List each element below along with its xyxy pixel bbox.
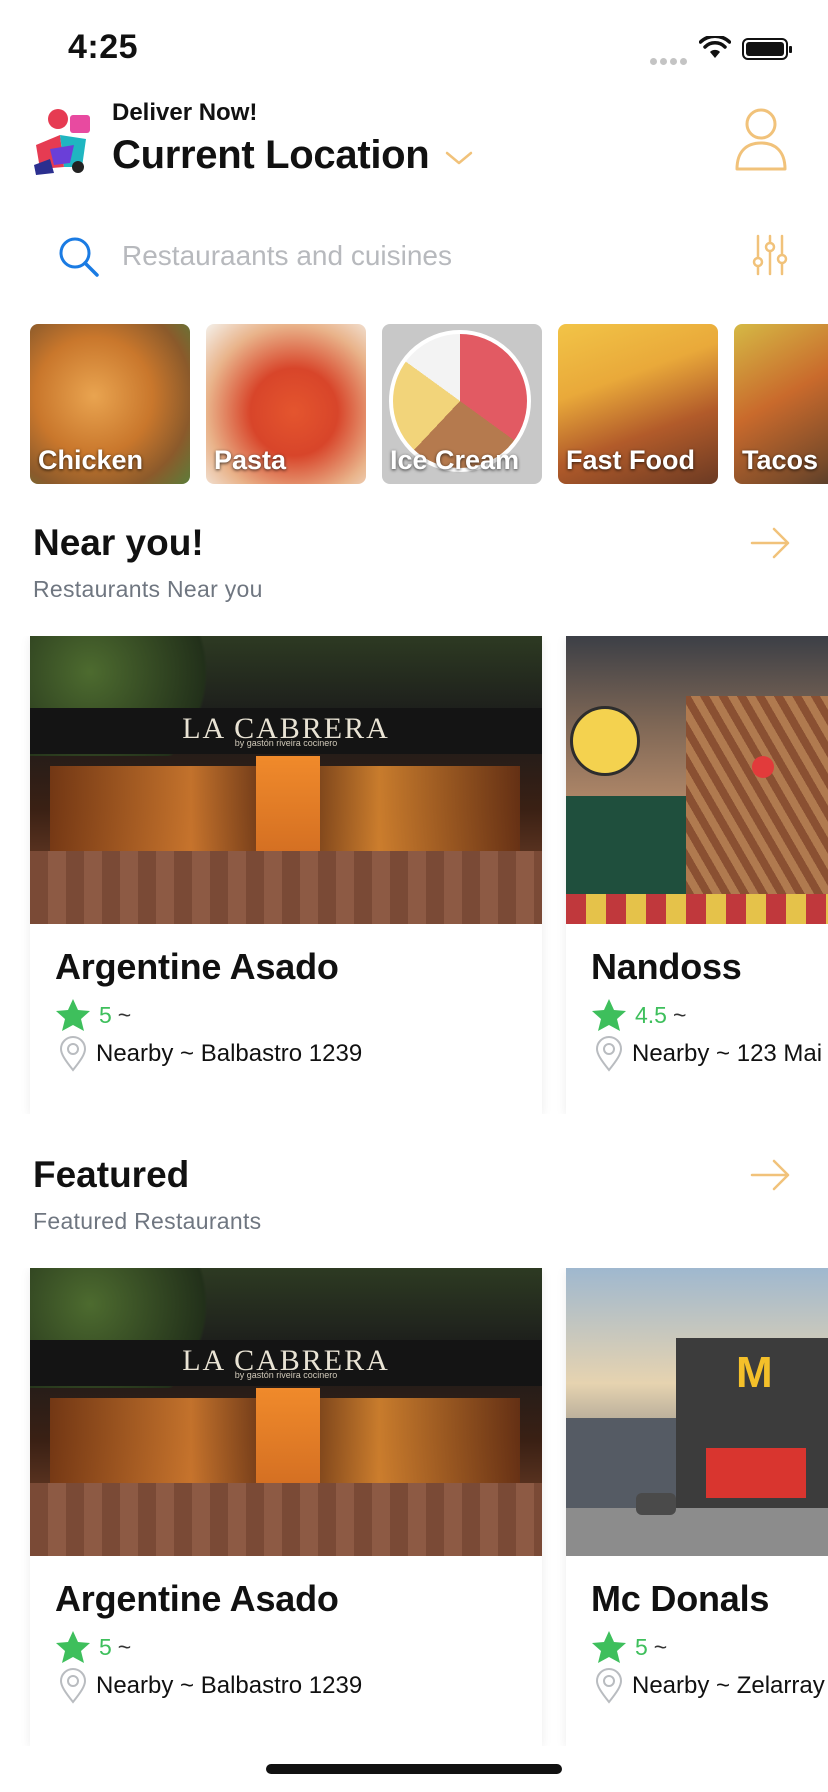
category-ice-cream[interactable]: Ice Cream bbox=[382, 324, 542, 484]
rating-value: 5 bbox=[99, 1633, 112, 1660]
current-location-label: Current Location bbox=[112, 133, 430, 177]
signal-icon bbox=[650, 52, 690, 70]
restaurant-image bbox=[566, 636, 828, 924]
location-pin-icon bbox=[595, 1036, 623, 1072]
home-indicator[interactable] bbox=[266, 1764, 562, 1774]
rating-separator: ~ bbox=[117, 1001, 132, 1028]
star-icon bbox=[56, 999, 90, 1031]
restaurant-name: Mc Donals bbox=[591, 1578, 770, 1619]
near-you-subtitle: Restaurants Near you bbox=[33, 576, 263, 602]
rating-separator: ~ bbox=[672, 1001, 687, 1028]
status-bar: 4:25 bbox=[0, 0, 828, 100]
star-icon bbox=[592, 1631, 626, 1663]
restaurant-sign-subtext: by gastón riveira cocinero bbox=[234, 1370, 338, 1380]
restaurant-sign-subtext: by gastón riveira cocinero bbox=[234, 738, 338, 748]
search-icon bbox=[59, 237, 99, 277]
restaurant-address: Nearby ~ Balbastro 1239 bbox=[96, 1672, 363, 1699]
location-pin-icon bbox=[59, 1668, 87, 1704]
restaurant-card[interactable]: M Mc Donals 5 ~ Nearby ~ Zelarray bbox=[566, 1268, 828, 1746]
rating-value: 4.5 bbox=[635, 1001, 667, 1028]
restaurant-name: Argentine Asado bbox=[55, 946, 339, 987]
category-pasta[interactable]: Pasta bbox=[206, 324, 366, 484]
deliver-now-label: Deliver Now! bbox=[112, 99, 258, 126]
chevron-down-icon bbox=[446, 151, 473, 164]
filter-sliders-icon[interactable] bbox=[752, 234, 788, 276]
featured-subtitle: Featured Restaurants bbox=[33, 1208, 262, 1234]
category-chicken[interactable]: Chicken bbox=[30, 324, 190, 484]
rating-value: 5 bbox=[99, 1001, 112, 1028]
location-pin-icon bbox=[59, 1036, 87, 1072]
profile-icon[interactable] bbox=[733, 107, 789, 173]
star-icon bbox=[592, 999, 626, 1031]
address-row: Nearby ~ 123 Mai bbox=[594, 1036, 822, 1072]
restaurant-image: M bbox=[566, 1268, 828, 1556]
rating-row: 4.5 ~ bbox=[591, 998, 686, 1032]
restaurant-address: Nearby ~ 123 Mai bbox=[632, 1040, 823, 1067]
location-pin-icon bbox=[595, 1668, 623, 1704]
near-you-carousel: LA CABRERA by gastón riveira cocinero Ar… bbox=[0, 636, 828, 1114]
address-row: Nearby ~ Balbastro 1239 bbox=[58, 1036, 362, 1072]
restaurant-card[interactable]: LA CABRERA by gastón riveira cocinero Ar… bbox=[30, 1268, 542, 1746]
rating-value: 5 bbox=[635, 1633, 648, 1660]
wifi-icon bbox=[699, 36, 731, 58]
star-icon bbox=[56, 1631, 90, 1663]
restaurant-name: Nandoss bbox=[591, 946, 742, 987]
header: Deliver Now! Current Location bbox=[0, 95, 828, 195]
rating-row: 5 ~ bbox=[591, 1630, 667, 1664]
restaurant-address: Nearby ~ Balbastro 1239 bbox=[96, 1040, 363, 1067]
rating-row: 5 ~ bbox=[55, 1630, 131, 1664]
search-input[interactable] bbox=[120, 232, 684, 280]
category-label: Chicken bbox=[38, 445, 144, 475]
restaurant-image: LA CABRERA by gastón riveira cocinero bbox=[30, 1268, 542, 1556]
restaurant-name: Argentine Asado bbox=[55, 1578, 339, 1619]
featured-carousel: LA CABRERA by gastón riveira cocinero Ar… bbox=[0, 1268, 828, 1746]
near-you-title: Near you! bbox=[33, 522, 204, 563]
app-logo bbox=[34, 109, 90, 175]
restaurant-image: LA CABRERA by gastón riveira cocinero bbox=[30, 636, 542, 924]
rating-separator: ~ bbox=[653, 1633, 668, 1660]
address-row: Nearby ~ Balbastro 1239 bbox=[58, 1668, 362, 1704]
restaurant-card[interactable]: LA CABRERA by gastón riveira cocinero Ar… bbox=[30, 636, 542, 1114]
category-label: Fast Food bbox=[566, 445, 695, 475]
battery-icon bbox=[742, 38, 792, 60]
category-label: Pasta bbox=[214, 445, 287, 475]
status-time: 4:25 bbox=[68, 28, 139, 66]
restaurant-address: Nearby ~ Zelarray bbox=[632, 1672, 825, 1699]
rating-separator: ~ bbox=[117, 1633, 132, 1660]
featured-title: Featured bbox=[33, 1154, 190, 1195]
address-row: Nearby ~ Zelarray bbox=[594, 1668, 825, 1704]
category-list: Chicken Pasta Ice Cream Fast Food Tacos bbox=[30, 324, 828, 484]
rating-row: 5 ~ bbox=[55, 998, 131, 1032]
location-selector[interactable]: Current Location bbox=[112, 133, 473, 178]
category-tacos[interactable]: Tacos bbox=[734, 324, 828, 484]
category-label: Tacos bbox=[742, 445, 819, 475]
category-fast-food[interactable]: Fast Food bbox=[558, 324, 718, 484]
category-label: Ice Cream bbox=[390, 445, 520, 475]
search-bar bbox=[30, 224, 798, 288]
featured-see-all-arrow-icon[interactable] bbox=[750, 1156, 792, 1194]
restaurant-card[interactable]: Nandoss 4.5 ~ Nearby ~ 123 Mai bbox=[566, 636, 828, 1114]
near-you-see-all-arrow-icon[interactable] bbox=[750, 524, 792, 562]
